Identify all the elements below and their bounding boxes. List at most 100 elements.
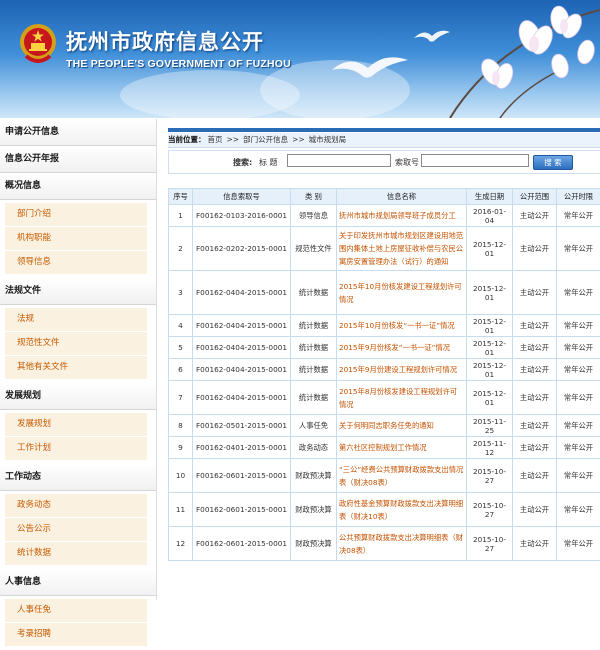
info-title-link[interactable]: 政府性基金预算财政拨款支出决算明细表（财决10表） bbox=[337, 493, 467, 527]
table-cell-category: 领导信息 bbox=[291, 205, 337, 227]
info-title-link[interactable]: 公共预算财政拨款支出决算明细表（财决08表） bbox=[337, 527, 467, 561]
info-title-link[interactable]: 2015年10月份核发“一书一证”情况 bbox=[337, 315, 467, 337]
sidebar-item-normative-docs[interactable]: 规范性文件 bbox=[5, 332, 147, 356]
table-row: 1F00162-0103-2016-0001领导信息抚州市城市规划局领导班子成员… bbox=[169, 205, 600, 227]
table-cell-category: 统计数据 bbox=[291, 315, 337, 337]
table-cell-code: F00162-0501-2015-0001 bbox=[193, 415, 291, 437]
table-cell-date: 2015-12-01 bbox=[467, 315, 513, 337]
table-cell-scope: 主动公开 bbox=[513, 381, 557, 415]
index-field-label: 索取号 bbox=[395, 157, 419, 168]
table-cell-no: 3 bbox=[169, 271, 193, 315]
table-cell-no: 12 bbox=[169, 527, 193, 561]
column-header: 公开范围 bbox=[513, 189, 557, 205]
table-cell-code: F00162-0601-2015-0001 bbox=[193, 493, 291, 527]
table-row: 10F00162-0601-2015-0001财政预决算“三公”经费公共预算财政… bbox=[169, 459, 600, 493]
table-row: 4F00162-0404-2015-0001统计数据2015年10月份核发“一书… bbox=[169, 315, 600, 337]
table-cell-term: 常年公开 bbox=[557, 205, 600, 227]
table-cell-code: F00162-0202-2015-0001 bbox=[193, 227, 291, 271]
search-button[interactable]: 搜 索 bbox=[533, 155, 573, 170]
sidebar-section-annual-report[interactable]: 信息公开年报 bbox=[0, 146, 156, 173]
table-cell-category: 统计数据 bbox=[291, 381, 337, 415]
sidebar-item-development-plan[interactable]: 发展规划 bbox=[5, 413, 147, 437]
table-cell-scope: 主动公开 bbox=[513, 359, 557, 381]
seagull-icon bbox=[330, 50, 410, 86]
magnolia-flowers-icon bbox=[410, 0, 600, 118]
table-row: 11F00162-0601-2015-0001财政预决算政府性基金预算财政拨款支… bbox=[169, 493, 600, 527]
column-header: 生成日期 bbox=[467, 189, 513, 205]
table-cell-term: 常年公开 bbox=[557, 337, 600, 359]
sidebar-item-gov-news[interactable]: 政务动态 bbox=[5, 494, 147, 518]
table-cell-scope: 主动公开 bbox=[513, 437, 557, 459]
sidebar-item-leaders[interactable]: 领导信息 bbox=[5, 251, 147, 275]
table-cell-date: 2015-10-27 bbox=[467, 493, 513, 527]
breadcrumb-home-link[interactable]: 首页 bbox=[208, 135, 223, 144]
table-cell-code: F00162-0103-2016-0001 bbox=[193, 205, 291, 227]
sidebar-section-personnel[interactable]: 人事信息 bbox=[0, 569, 156, 596]
table-cell-scope: 主动公开 bbox=[513, 205, 557, 227]
info-title-link[interactable]: 关于印发抚州市城市规划区建设用地范围内集体土地上房屋征收补偿与农民公寓房安置管理… bbox=[337, 227, 467, 271]
sidebar-nav: 申请公开信息 信息公开年报 概况信息 部门介绍 机构职能 领导信息 法规文件 法… bbox=[0, 119, 157, 600]
table-cell-category: 规范性文件 bbox=[291, 227, 337, 271]
table-cell-date: 2015-12-01 bbox=[467, 227, 513, 271]
table-row: 7F00162-0404-2015-0001统计数据2015年8月份核发建设工程… bbox=[169, 381, 600, 415]
sidebar-item-appointments[interactable]: 人事任免 bbox=[5, 599, 147, 623]
table-cell-code: F00162-0404-2015-0001 bbox=[193, 315, 291, 337]
table-cell-scope: 主动公开 bbox=[513, 271, 557, 315]
table-cell-term: 常年公开 bbox=[557, 527, 600, 561]
sidebar-item-statistics[interactable]: 统计数据 bbox=[5, 542, 147, 566]
table-cell-no: 5 bbox=[169, 337, 193, 359]
breadcrumb-dept-link[interactable]: 部门公开信息 bbox=[243, 135, 288, 144]
table-cell-term: 常年公开 bbox=[557, 437, 600, 459]
column-header: 公开时限 bbox=[557, 189, 600, 205]
table-cell-term: 常年公开 bbox=[557, 271, 600, 315]
breadcrumb-current[interactable]: 城市规划局 bbox=[309, 135, 347, 144]
table-cell-category: 人事任免 bbox=[291, 415, 337, 437]
sidebar-item-recruitment[interactable]: 考录招聘 bbox=[5, 623, 147, 647]
table-cell-category: 财政预决算 bbox=[291, 459, 337, 493]
info-title-link[interactable]: 2015年9月份核发“一书一证”情况 bbox=[337, 337, 467, 359]
sidebar-section-work-news[interactable]: 工作动态 bbox=[0, 464, 156, 491]
info-title-link[interactable]: “三公”经费公共预算财政拨款支出情况表（财决08表） bbox=[337, 459, 467, 493]
table-cell-date: 2016-01-04 bbox=[467, 205, 513, 227]
info-table: 序号 信息索取号 类 别 信息名称 生成日期 公开范围 公开时限 1F00162… bbox=[168, 188, 600, 561]
sidebar-section-planning[interactable]: 发展规划 bbox=[0, 383, 156, 410]
info-title-link[interactable]: 第六社区控制规划工作情况 bbox=[337, 437, 467, 459]
table-cell-code: F00162-0404-2015-0001 bbox=[193, 381, 291, 415]
sidebar-item-work-plan[interactable]: 工作计划 bbox=[5, 437, 147, 461]
table-cell-scope: 主动公开 bbox=[513, 527, 557, 561]
table-cell-term: 常年公开 bbox=[557, 415, 600, 437]
sidebar-item-laws[interactable]: 法规 bbox=[5, 308, 147, 332]
table-cell-no: 2 bbox=[169, 227, 193, 271]
sidebar-section-regulations[interactable]: 法规文件 bbox=[0, 278, 156, 305]
site-subtitle: THE PEOPLE'S GOVERNMENT OF FUZHOU bbox=[66, 58, 291, 70]
sidebar-section-apply[interactable]: 申请公开信息 bbox=[0, 119, 156, 146]
info-title-link[interactable]: 2015年8月份核发建设工程规划许可情况 bbox=[337, 381, 467, 415]
table-cell-category: 统计数据 bbox=[291, 337, 337, 359]
index-search-input[interactable] bbox=[421, 154, 529, 167]
table-cell-scope: 主动公开 bbox=[513, 337, 557, 359]
table-cell-date: 2015-10-27 bbox=[467, 527, 513, 561]
table-cell-date: 2015-12-01 bbox=[467, 359, 513, 381]
table-cell-no: 6 bbox=[169, 359, 193, 381]
column-header: 序号 bbox=[169, 189, 193, 205]
info-title-link[interactable]: 2015年9月份建设工程规划许可情况 bbox=[337, 359, 467, 381]
sidebar-section-overview[interactable]: 概况信息 bbox=[0, 173, 156, 200]
table-cell-term: 常年公开 bbox=[557, 227, 600, 271]
table-row: 3F00162-0404-2015-0001统计数据2015年10月份核发建设工… bbox=[169, 271, 600, 315]
table-cell-code: F00162-0404-2015-0001 bbox=[193, 337, 291, 359]
sidebar-item-notices[interactable]: 公告公示 bbox=[5, 518, 147, 542]
table-row: 5F00162-0404-2015-0001统计数据2015年9月份核发“一书一… bbox=[169, 337, 600, 359]
table-cell-date: 2015-12-01 bbox=[467, 337, 513, 359]
sidebar-item-other-docs[interactable]: 其他有关文件 bbox=[5, 356, 147, 380]
table-row: 2F00162-0202-2015-0001规范性文件关于印发抚州市城市规划区建… bbox=[169, 227, 600, 271]
info-title-link[interactable]: 抚州市城市规划局领导班子成员分工 bbox=[337, 205, 467, 227]
info-title-link[interactable]: 关于何明同志职务任免的通知 bbox=[337, 415, 467, 437]
column-header: 信息索取号 bbox=[193, 189, 291, 205]
sidebar-item-functions[interactable]: 机构职能 bbox=[5, 227, 147, 251]
title-search-input[interactable] bbox=[287, 154, 391, 167]
sidebar-item-department-intro[interactable]: 部门介绍 bbox=[5, 203, 147, 227]
table-cell-scope: 主动公开 bbox=[513, 415, 557, 437]
info-title-link[interactable]: 2015年10月份核发建设工程规划许可情况 bbox=[337, 271, 467, 315]
table-cell-term: 常年公开 bbox=[557, 381, 600, 415]
table-cell-code: F00162-0404-2015-0001 bbox=[193, 359, 291, 381]
